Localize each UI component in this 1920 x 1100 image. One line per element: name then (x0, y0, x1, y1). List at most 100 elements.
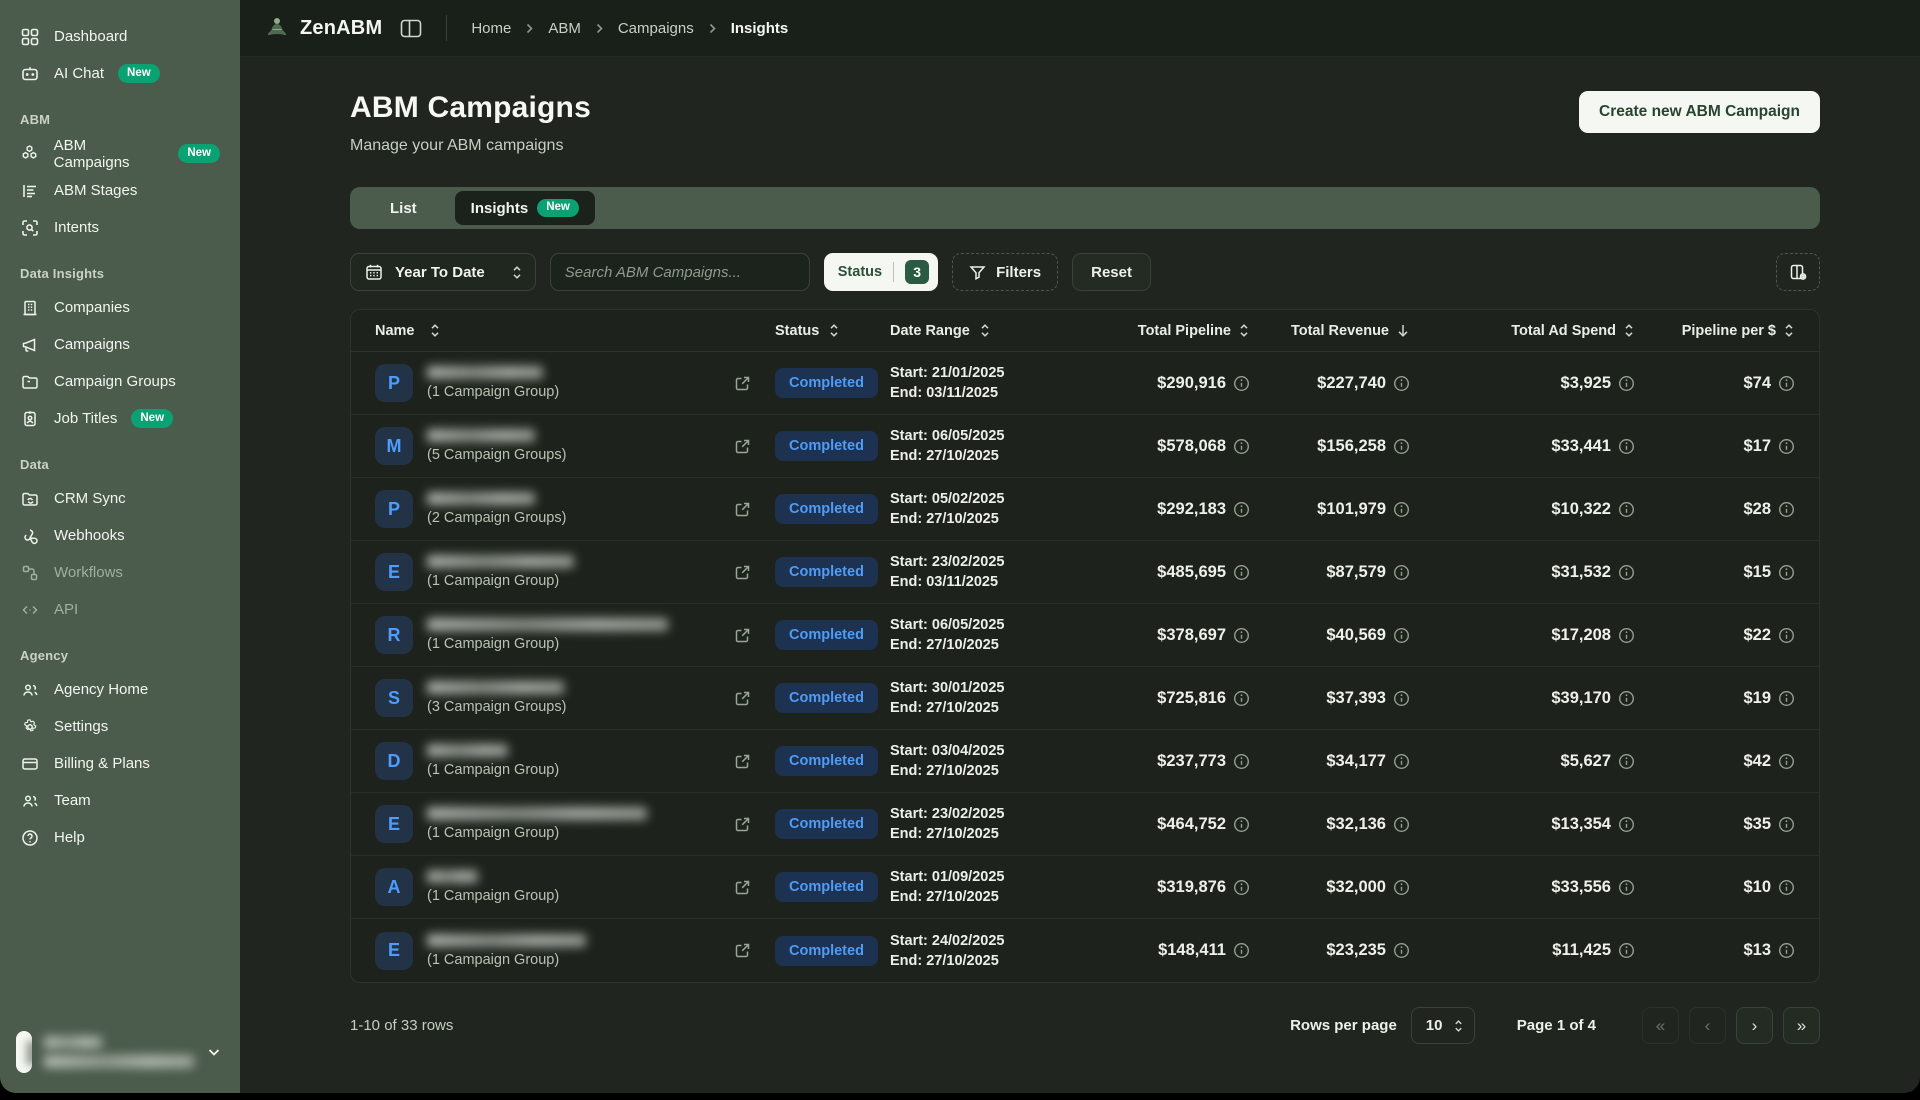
info-icon[interactable] (1618, 690, 1635, 707)
info-icon[interactable] (1393, 375, 1410, 392)
info-icon[interactable] (1778, 627, 1795, 644)
external-link-icon[interactable] (734, 438, 751, 455)
sidebar-item-companies[interactable]: Companies (10, 289, 230, 326)
info-icon[interactable] (1233, 564, 1250, 581)
info-icon[interactable] (1778, 564, 1795, 581)
breadcrumb-campaigns[interactable]: Campaigns (618, 20, 694, 37)
info-icon[interactable] (1393, 816, 1410, 833)
sidebar-item-crm-sync[interactable]: CRM Sync (10, 480, 230, 517)
info-icon[interactable] (1233, 375, 1250, 392)
external-link-icon[interactable] (734, 753, 751, 770)
column-header-name[interactable]: Name (375, 323, 775, 339)
sidebar-item-campaign-groups[interactable]: Campaign Groups (10, 363, 230, 400)
info-icon[interactable] (1778, 942, 1795, 959)
first-page-button[interactable]: « (1642, 1007, 1679, 1044)
info-icon[interactable] (1233, 501, 1250, 518)
external-link-icon[interactable] (734, 879, 751, 896)
tab-list[interactable]: List (354, 191, 453, 225)
table-row[interactable]: P(2 Campaign Groups)CompletedStart: 05/0… (351, 478, 1819, 541)
table-row[interactable]: D(1 Campaign Group)CompletedStart: 03/04… (351, 730, 1819, 793)
info-icon[interactable] (1393, 501, 1410, 518)
info-icon[interactable] (1233, 816, 1250, 833)
column-header-total-revenue[interactable]: Total Revenue (1250, 323, 1410, 339)
info-icon[interactable] (1233, 438, 1250, 455)
table-row[interactable]: R(1 Campaign Group)CompletedStart: 06/05… (351, 604, 1819, 667)
table-row[interactable]: E(1 Campaign Group)CompletedStart: 24/02… (351, 919, 1819, 982)
info-icon[interactable] (1393, 753, 1410, 770)
info-icon[interactable] (1778, 753, 1795, 770)
last-page-button[interactable]: » (1783, 1007, 1820, 1044)
info-icon[interactable] (1778, 375, 1795, 392)
external-link-icon[interactable] (734, 564, 751, 581)
info-icon[interactable] (1618, 816, 1635, 833)
info-icon[interactable] (1393, 942, 1410, 959)
table-row[interactable]: E(1 Campaign Group)CompletedStart: 23/02… (351, 541, 1819, 604)
sidebar-item-api[interactable]: API (10, 591, 230, 628)
info-icon[interactable] (1618, 501, 1635, 518)
info-icon[interactable] (1233, 942, 1250, 959)
create-campaign-button[interactable]: Create new ABM Campaign (1579, 91, 1820, 133)
external-link-icon[interactable] (734, 375, 751, 392)
sidebar-item-abm-campaigns[interactable]: ABM Campaigns New (10, 135, 230, 172)
info-icon[interactable] (1618, 627, 1635, 644)
info-icon[interactable] (1393, 690, 1410, 707)
search-input[interactable] (565, 264, 795, 281)
breadcrumb-abm[interactable]: ABM (548, 20, 581, 37)
info-icon[interactable] (1393, 627, 1410, 644)
sidebar-item-workflows[interactable]: Workflows (10, 554, 230, 591)
table-row[interactable]: P(1 Campaign Group)CompletedStart: 21/01… (351, 352, 1819, 415)
info-icon[interactable] (1233, 690, 1250, 707)
tab-insights[interactable]: Insights New (455, 191, 595, 225)
sidebar-item-dashboard[interactable]: Dashboard (10, 18, 230, 55)
table-row[interactable]: A(1 Campaign Group)CompletedStart: 01/09… (351, 856, 1819, 919)
table-row[interactable]: M(5 Campaign Groups)CompletedStart: 06/0… (351, 415, 1819, 478)
column-header-status[interactable]: Status (775, 323, 890, 339)
external-link-icon[interactable] (734, 627, 751, 644)
column-header-date-range[interactable]: Date Range (890, 323, 1100, 339)
next-page-button[interactable]: › (1736, 1007, 1773, 1044)
info-icon[interactable] (1618, 753, 1635, 770)
table-row[interactable]: E(1 Campaign Group)CompletedStart: 23/02… (351, 793, 1819, 856)
breadcrumb-insights[interactable]: Insights (731, 20, 789, 37)
breadcrumb-home[interactable]: Home (471, 20, 511, 37)
sidebar-item-agency-home[interactable]: Agency Home (10, 671, 230, 708)
info-icon[interactable] (1778, 816, 1795, 833)
info-icon[interactable] (1778, 879, 1795, 896)
external-link-icon[interactable] (734, 690, 751, 707)
sidebar-item-campaigns[interactable]: Campaigns (10, 326, 230, 363)
status-filter-button[interactable]: Status 3 (824, 253, 938, 291)
table-row[interactable]: S(3 Campaign Groups)CompletedStart: 30/0… (351, 667, 1819, 730)
sidebar-item-ai-chat[interactable]: AI Chat New (10, 55, 230, 92)
sidebar-item-team[interactable]: Team (10, 782, 230, 819)
external-link-icon[interactable] (734, 816, 751, 833)
sidebar-item-intents[interactable]: Intents (10, 209, 230, 246)
external-link-icon[interactable] (734, 942, 751, 959)
date-range-select[interactable]: Year To Date (350, 253, 536, 291)
info-icon[interactable] (1393, 879, 1410, 896)
sidebar-item-abm-stages[interactable]: ABM Stages (10, 172, 230, 209)
reset-button[interactable]: Reset (1072, 253, 1151, 291)
column-header-total-pipeline[interactable]: Total Pipeline (1100, 323, 1250, 339)
info-icon[interactable] (1618, 375, 1635, 392)
info-icon[interactable] (1233, 879, 1250, 896)
sidebar-item-webhooks[interactable]: Webhooks (10, 517, 230, 554)
sidebar-item-job-titles[interactable]: Job Titles New (10, 400, 230, 437)
info-icon[interactable] (1233, 753, 1250, 770)
column-settings-button[interactable] (1776, 253, 1820, 291)
info-icon[interactable] (1393, 438, 1410, 455)
sidebar-toggle-icon[interactable] (400, 19, 422, 38)
sidebar-item-settings[interactable]: Settings (10, 708, 230, 745)
info-icon[interactable] (1233, 627, 1250, 644)
info-icon[interactable] (1393, 564, 1410, 581)
rows-per-page-select[interactable]: 10 (1411, 1007, 1475, 1044)
info-icon[interactable] (1778, 438, 1795, 455)
info-icon[interactable] (1778, 501, 1795, 518)
prev-page-button[interactable]: ‹ (1689, 1007, 1726, 1044)
sidebar-item-help[interactable]: Help (10, 819, 230, 856)
user-menu[interactable] (0, 1017, 240, 1093)
chevron-down-icon[interactable] (206, 1044, 222, 1060)
column-header-total-ad-spend[interactable]: Total Ad Spend (1410, 323, 1635, 339)
info-icon[interactable] (1778, 690, 1795, 707)
external-link-icon[interactable] (734, 501, 751, 518)
info-icon[interactable] (1618, 564, 1635, 581)
